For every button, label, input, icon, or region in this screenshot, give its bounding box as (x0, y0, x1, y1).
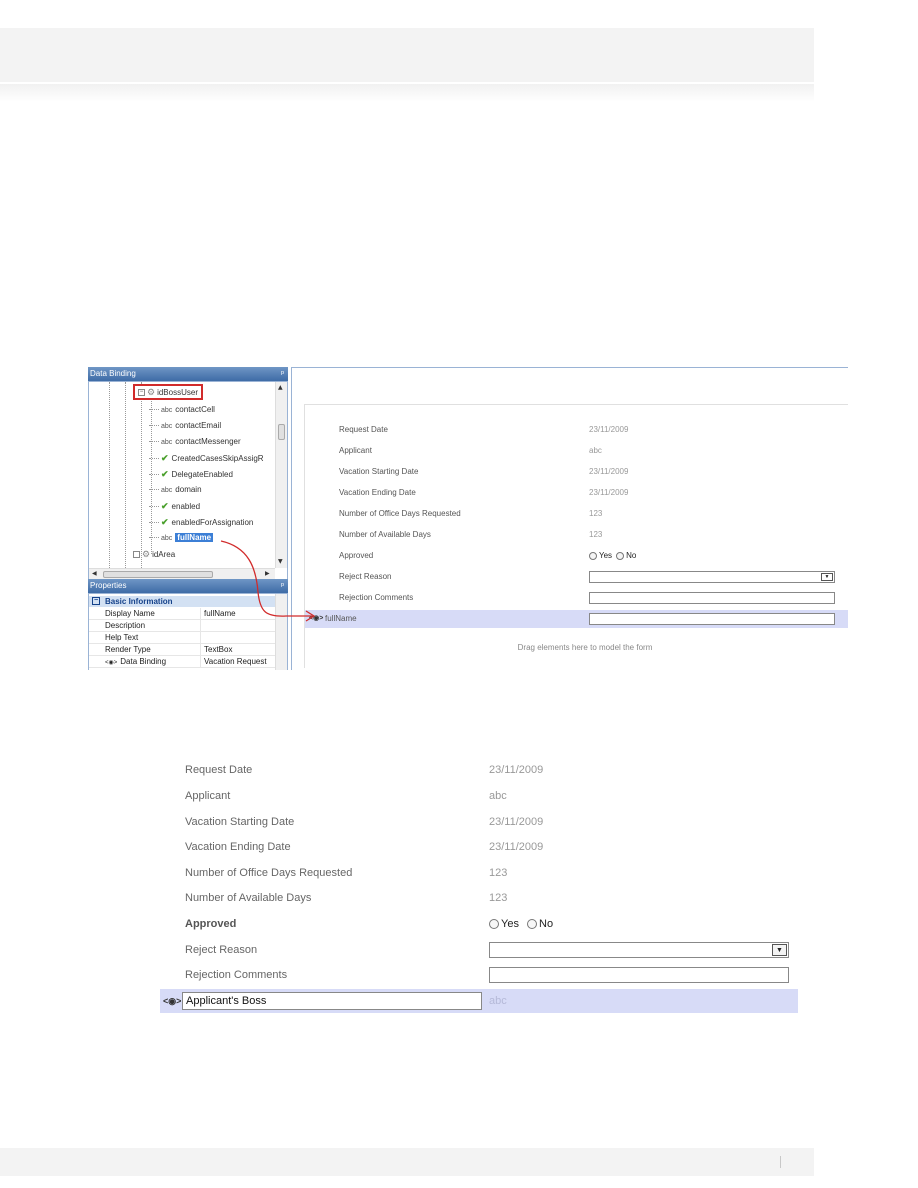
data-binding-pane-title: Data Binding ᵖ (88, 367, 288, 381)
designer-new-field-row[interactable]: <◉> fullName (305, 610, 848, 628)
form-row-office-days: Number of Office Days Requested 123 (185, 867, 508, 879)
scroll-right-icon[interactable]: ▶ (265, 570, 270, 577)
tree-guide-line (125, 382, 126, 568)
form-row-vacation-end: Vacation Ending Date 23/11/2009 (185, 841, 544, 853)
designer-rejection-comments-row[interactable]: Rejection Comments (305, 589, 848, 607)
reject-reason-select[interactable]: ▼ (489, 942, 789, 958)
property-row[interactable]: <◉> Data Binding Vacation Request (89, 656, 275, 668)
text-attribute-icon: abc (161, 535, 173, 542)
designer-form-row[interactable]: Vacation Ending Date 23/11/2009 (305, 484, 848, 502)
tree-item-contactemail[interactable]: abc contactEmail (149, 418, 221, 434)
text-attribute-icon: abc (161, 407, 173, 414)
properties-scrollbar[interactable] (275, 594, 287, 670)
designer-form-row[interactable]: Applicant abc (305, 442, 848, 460)
tree-item-fullname[interactable]: abc fullName (149, 530, 214, 546)
no-radio[interactable] (616, 551, 625, 560)
property-row[interactable]: Render Type TextBox (89, 644, 275, 656)
tree-item-enabled[interactable]: ✔ enabled (149, 498, 200, 514)
properties-title: Properties (90, 581, 127, 590)
drag-hint: Drag elements here to model the form (517, 643, 653, 652)
scroll-thumb[interactable] (103, 571, 213, 578)
page-header-strip (0, 84, 814, 102)
form-row-available-days: Number of Available Days 123 (185, 892, 508, 904)
chevron-down-icon[interactable]: ▼ (821, 573, 833, 581)
tree-guide-line (141, 382, 142, 568)
designer-form-row[interactable]: Vacation Starting Date 23/11/2009 (305, 463, 848, 481)
tree-item-delegateenabled[interactable]: ✔ DelegateEnabled (149, 466, 233, 482)
properties-group-basic-information[interactable]: − Basic Information (89, 596, 275, 607)
form-row-reject-reason: Reject Reason ▼ (160, 938, 798, 962)
property-row[interactable]: Help Text (89, 632, 275, 644)
form-designer-screenshot: Data Binding ᵖ − ⚙ idBossUser abc contactCe… (88, 367, 848, 670)
form-row-applicants-boss[interactable]: <◉> Applicant's Boss abc (160, 989, 798, 1013)
binding-icon: <◉> (163, 996, 182, 1006)
boss-label-editor[interactable]: Applicant's Boss (182, 992, 482, 1010)
expand-icon[interactable] (133, 551, 140, 559)
tree-item-enabledforassignation[interactable]: ✔ enabledForAssignation (149, 514, 253, 530)
yes-radio[interactable] (589, 551, 597, 560)
form-row-approved: Approved Yes No (185, 918, 554, 930)
properties-grid: − Basic Information Display Name fullName… (88, 593, 288, 670)
designer-form-row[interactable]: Number of Office Days Requested 123 (305, 505, 848, 523)
data-binding-tree: − ⚙ idBossUser abc contactCell abc contactEm… (88, 381, 288, 581)
boolean-attribute-icon: ✔ (161, 517, 169, 527)
data-binding-title: Data Binding (90, 369, 136, 378)
designer-form-row[interactable]: Request Date 23/11/2009 (305, 421, 848, 439)
tree-item-domain[interactable]: abc domain (149, 482, 202, 498)
boolean-attribute-icon: ✔ (161, 469, 169, 479)
collapse-icon[interactable]: − (138, 389, 145, 397)
approved-yes-radio[interactable] (489, 919, 499, 930)
designer-form-row[interactable]: Number of Available Days 123 (305, 526, 848, 544)
approved-no-radio[interactable] (527, 919, 538, 930)
tree-item-createdcasesskipassig[interactable]: ✔ CreatedCasesSkipAssigR (149, 450, 264, 466)
form-layout-panel: Request Date 23/11/2009 Applicant abc Vaca… (304, 404, 848, 668)
designer-approved-row[interactable]: Approved Yes No (305, 547, 848, 565)
page-header-band (0, 28, 814, 82)
property-row[interactable]: Description (89, 620, 275, 632)
boolean-attribute-icon: ✔ (161, 501, 169, 511)
scroll-left-icon[interactable]: ◀ (92, 570, 97, 577)
pin-icon[interactable]: ᵖ (281, 579, 284, 593)
property-row[interactable]: Display Name fullName (89, 608, 275, 620)
boolean-attribute-icon: ✔ (161, 453, 169, 463)
entity-icon: ⚙ (142, 549, 151, 559)
scroll-thumb[interactable] (278, 424, 285, 440)
text-attribute-icon: abc (161, 487, 173, 494)
form-row-vacation-start: Vacation Starting Date 23/11/2009 (185, 816, 544, 828)
form-row-applicant: Applicant abc (185, 790, 507, 802)
tree-node-idbossuser[interactable]: − ⚙ idBossUser (133, 384, 203, 400)
pin-icon[interactable]: ᵖ (281, 367, 284, 381)
scroll-down-icon[interactable]: ▼ (278, 558, 283, 565)
page-footer-band (0, 1148, 814, 1176)
tree-vertical-scrollbar[interactable]: ▲ ▼ (275, 382, 287, 568)
binding-icon: <◉> (105, 660, 118, 666)
rejection-comments-field[interactable] (489, 967, 789, 983)
form-row-request-date: Request Date 23/11/2009 (185, 764, 544, 776)
form-design-canvas: Request Date 23/11/2009 Applicant abc Vaca… (291, 367, 848, 670)
tree-item-idarea[interactable]: ⚙ idArea (133, 546, 175, 562)
chevron-down-icon[interactable]: ▼ (772, 944, 787, 956)
collapse-icon[interactable]: − (92, 597, 100, 605)
reject-reason-dropdown[interactable]: ▼ (589, 571, 835, 583)
form-row-rejection-comments: Rejection Comments (160, 963, 798, 987)
text-attribute-icon: abc (161, 423, 173, 430)
rejection-comments-input[interactable] (589, 592, 835, 604)
text-attribute-icon: abc (161, 439, 173, 446)
footer-divider (780, 1156, 781, 1168)
tree-item-contactmessenger[interactable]: abc contactMessenger (149, 434, 241, 450)
entity-icon: ⚙ (147, 387, 156, 397)
tree-node-label: idBossUser (157, 388, 198, 397)
rendered-form: Request Date 23/11/2009 Applicant abc Vaca… (160, 757, 800, 1017)
fullname-input[interactable] (589, 613, 835, 625)
properties-pane-title: Properties ᵖ (88, 579, 288, 593)
designer-reject-reason-row[interactable]: Reject Reason ▼ (305, 568, 848, 586)
binding-icon: <◉> (309, 615, 324, 622)
scroll-up-icon[interactable]: ▲ (278, 384, 283, 391)
tree-item-contactcell[interactable]: abc contactCell (149, 402, 215, 418)
tree-guide-line (109, 382, 110, 568)
selected-tree-node[interactable]: fullName (175, 533, 214, 542)
